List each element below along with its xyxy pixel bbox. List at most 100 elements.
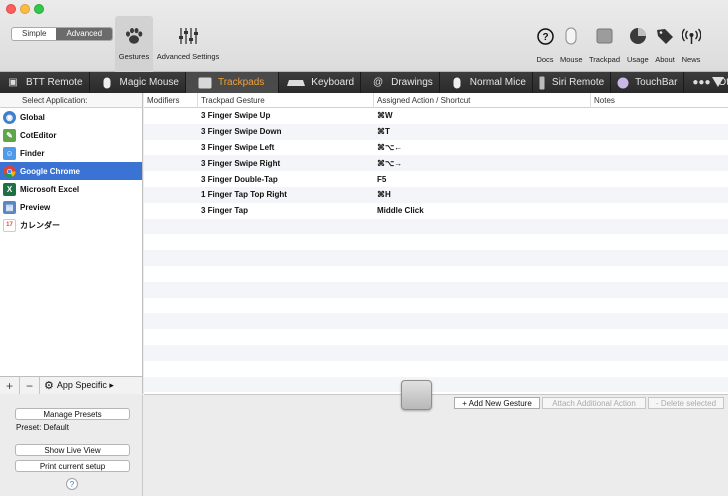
about-label: About [655,55,675,64]
table-row[interactable]: 3 Finger Swipe Left ⌘⌥← [144,140,728,156]
tag-icon [655,26,675,46]
cell-action: ⌘⌥← [377,142,403,152]
app-specific-label: App Specific ▸ [56,380,114,390]
app-list-footer: + − ⚙ App Specific ▸ [0,376,143,394]
tab-siri-remote[interactable]: Siri Remote [533,72,612,93]
app-specific-menu[interactable]: ⚙ App Specific ▸ [40,379,114,392]
tab-keyboard[interactable]: Keyboard [279,72,362,93]
device-tab-bar: ▣ BTT Remote Magic Mouse Trackpads Keyboa… [0,72,728,93]
pie-chart-icon [628,26,648,46]
app-item-label: Finder [20,148,45,158]
tab-normal-mice[interactable]: Normal Mice [440,72,533,93]
delete-selected-button[interactable]: - Delete selected [648,397,724,409]
table-row[interactable] [144,313,728,330]
table-row[interactable]: 3 Finger Double-Tap F5 [144,171,728,187]
table-row[interactable]: 3 Finger Swipe Up ⌘W [144,108,728,124]
help-button[interactable]: ? [66,478,78,490]
cell-action: ⌘T [377,127,390,137]
usage-button[interactable]: Usage [627,26,649,64]
add-gesture-button[interactable]: + Add New Gesture [454,397,540,409]
mode-simple-button[interactable]: Simple [12,28,56,40]
cell-action: Middle Click [377,206,424,216]
remote-icon: ▣ [8,77,18,88]
show-live-view-button[interactable]: Show Live View [15,444,130,456]
mode-advanced-button[interactable]: Advanced [56,28,113,40]
table-row[interactable] [144,250,728,266]
column-header-action[interactable]: Assigned Action / Shortcut [374,93,591,108]
docs-button[interactable]: ? Docs [535,26,555,64]
table-row[interactable]: 3 Finger Tap Middle Click [144,203,728,219]
manage-presets-button[interactable]: Manage Presets [15,408,130,420]
tab-trackpads[interactable]: Trackpads [185,72,280,93]
app-list-header: Select Application: [0,93,142,108]
app-item-calendar[interactable]: 17 カレンダー [0,216,142,234]
cell-gesture: 3 Finger Swipe Up [201,111,271,121]
table-row[interactable] [144,298,728,314]
table-row[interactable] [144,376,728,393]
gear-icon: ⚙ [44,380,54,392]
keyboard-icon [287,77,306,89]
finder-icon: ☺ [3,146,16,160]
tab-normal-mice-label: Normal Mice [469,77,526,88]
table-row[interactable]: 1 Finger Tap Top Right ⌘H [144,186,728,203]
close-window-button[interactable] [6,4,16,14]
advanced-settings-tab[interactable]: Advanced Settings [157,16,219,72]
tab-siri-remote-label: Siri Remote [551,77,605,88]
table-row[interactable] [144,281,728,298]
app-item-microsoft-excel[interactable]: X Microsoft Excel [0,180,142,198]
app-item-finder[interactable]: ☺ Finder [0,144,142,162]
trackpad-icon [595,26,615,46]
app-item-preview[interactable]: ▤ Preview [0,198,142,216]
cell-gesture: 3 Finger Swipe Left [201,142,275,152]
column-header-notes[interactable]: Notes [591,93,728,108]
globe-icon: ◉ [3,110,16,124]
device-menu-arrow-icon[interactable] [712,77,724,87]
table-row[interactable]: 3 Finger Swipe Down ⌘T [144,123,728,140]
cell-gesture: 1 Finger Tap Top Right [201,190,287,200]
tab-drawings[interactable]: @ Drawings [361,72,440,93]
about-button[interactable]: About [655,26,675,64]
attach-action-button[interactable]: Attach Additional Action [542,397,646,409]
table-row[interactable]: 3 Finger Swipe Right ⌘⌥→ [144,155,728,172]
app-list-panel: Select Application: ◉ Global ✎ CotEditor ☺… [0,93,143,394]
cell-action: ⌘⌥→ [377,158,403,168]
mouse-settings-button[interactable]: Mouse [560,26,583,64]
minimize-window-button[interactable] [20,4,30,14]
table-row[interactable] [144,344,728,361]
chrome-icon [3,165,16,178]
tab-touchbar-label: TouchBar [635,77,678,88]
tab-magic-mouse[interactable]: Magic Mouse [90,72,186,93]
table-row[interactable] [144,361,728,377]
normal-mouse-icon [450,77,464,89]
gestures-tab[interactable]: Gestures [115,16,153,72]
app-item-coteditor[interactable]: ✎ CotEditor [0,126,142,144]
table-row[interactable] [144,266,728,282]
column-header-modifiers[interactable]: Modifiers [144,93,198,108]
calendar-icon: 17 [3,218,16,232]
cell-action: ⌘H [377,190,391,200]
column-header-gesture[interactable]: Trackpad Gesture [198,93,374,108]
table-body: 3 Finger Swipe Up ⌘W 3 Finger Swipe Down ⌘T… [144,108,728,393]
mode-switch: Simple Advanced [11,27,114,41]
tab-btt-remote[interactable]: ▣ BTT Remote [0,72,90,93]
add-app-button[interactable]: + [0,377,20,394]
drawing-spiral-icon: @ [373,77,384,88]
print-setup-button[interactable]: Print current setup [15,460,130,472]
gesture-action-bar: + Add New Gesture Attach Additional Acti… [144,380,728,496]
cell-gesture: 3 Finger Double-Tap [201,174,278,184]
table-row[interactable] [144,234,728,250]
coteditor-icon: ✎ [3,128,16,142]
tab-touchbar[interactable]: TouchBar [611,72,685,93]
news-button[interactable]: News [681,26,701,64]
app-item-google-chrome[interactable]: Google Chrome [0,162,142,180]
app-item-label: Microsoft Excel [20,184,80,194]
app-item-label: カレンダー [20,220,60,230]
paw-icon [122,24,146,48]
zoom-window-button[interactable] [34,4,44,14]
trackpad-settings-button[interactable]: Trackpad [589,26,620,64]
table-row[interactable] [144,329,728,345]
preview-icon: ▤ [3,200,16,214]
app-item-global[interactable]: ◉ Global [0,108,142,126]
table-row[interactable] [144,218,728,235]
remove-app-button[interactable]: − [20,377,40,394]
